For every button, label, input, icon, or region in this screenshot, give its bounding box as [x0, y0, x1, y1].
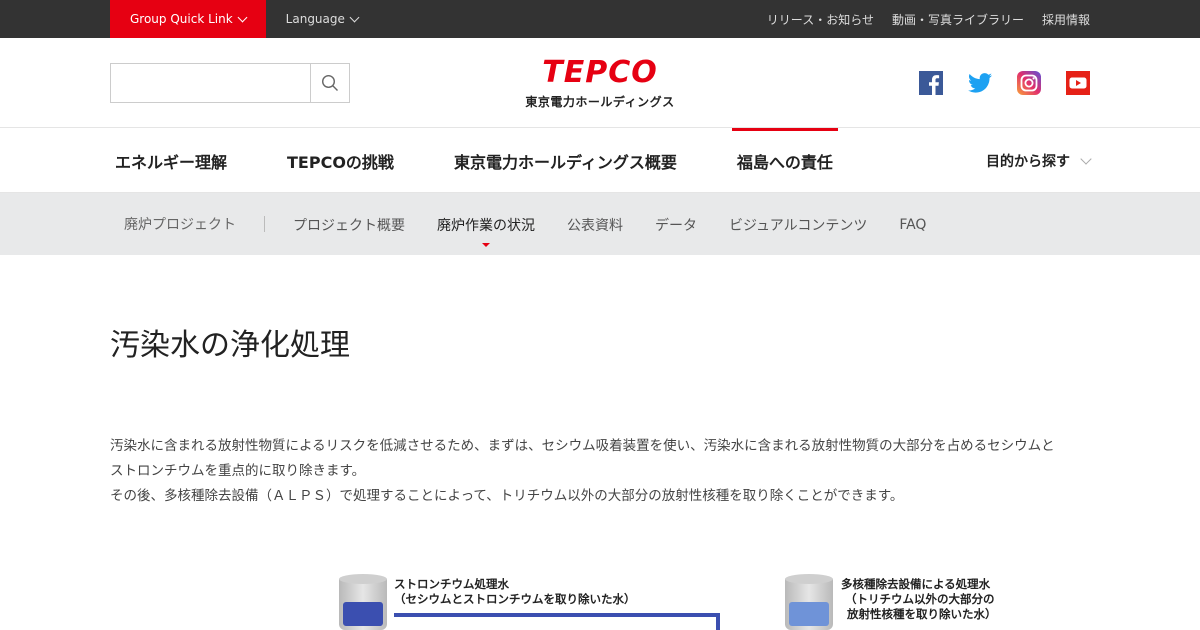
subnav-link-faq[interactable]: FAQ: [899, 217, 926, 233]
find-by-purpose-label: 目的から探す: [986, 153, 1070, 170]
subnav-divider: [264, 216, 265, 232]
logo-mark: TEPCO: [542, 55, 658, 90]
alps-treated-water-tank: [785, 574, 833, 630]
language-menu-button[interactable]: Language: [285, 12, 360, 26]
top-link-media-library[interactable]: 動画・写真ライブラリー: [892, 11, 1024, 28]
strontium-water-label: ストロンチウム処理水 （セシウムとストロンチウムを取り除いた水）: [394, 577, 636, 607]
top-link-recruit[interactable]: 採用情報: [1042, 11, 1090, 28]
search-box: [110, 63, 350, 103]
tank-water: [789, 602, 829, 626]
page-title: 汚染水の浄化処理: [110, 328, 350, 363]
label-line: 多核種除去設備による処理水: [841, 577, 991, 591]
search-icon: [321, 74, 338, 91]
purification-diagram: ストロンチウム処理水 （セシウムとストロンチウムを取り除いた水） 多核種除去設備…: [330, 568, 1030, 630]
site-header: TEPCO 東京電力ホールディングス: [0, 38, 1200, 128]
nav-item-tepco-challenge[interactable]: TEPCOの挑戦: [282, 128, 399, 193]
chevron-down-icon: [1080, 152, 1092, 165]
intro-line: その後、多核種除去設備（ＡＬＰＳ）で処理することによって、トリチウム以外の大部分…: [110, 488, 904, 504]
intro-line: 汚染水に含まれる放射性物質によるリスクを低減させるため、まずは、セシウム吸着装置…: [110, 438, 1055, 454]
group-quick-link-button[interactable]: Group Quick Link: [110, 0, 266, 38]
chevron-down-icon: [237, 12, 248, 22]
sub-navigation: 廃炉プロジェクト プロジェクト概要 廃炉作業の状況 公表資料 データ ビジュアル…: [0, 193, 1200, 255]
utility-bar: Group Quick Link Language リリース・お知らせ 動画・写…: [0, 0, 1200, 38]
label-line: ストロンチウム処理水: [394, 577, 509, 591]
tepco-logo[interactable]: TEPCO 東京電力ホールディングス: [522, 56, 678, 110]
youtube-icon[interactable]: [1066, 71, 1090, 95]
intro-line: ストロンチウムを重点的に取り除きます。: [110, 463, 366, 479]
top-link-releases[interactable]: リリース・お知らせ: [767, 11, 874, 28]
group-quick-link-label: Group Quick Link: [130, 12, 233, 26]
chevron-down-icon: [349, 12, 360, 22]
subnav-link-project-overview[interactable]: プロジェクト概要: [293, 215, 405, 235]
language-label: Language: [285, 12, 345, 26]
twitter-icon[interactable]: [968, 71, 992, 95]
subnav-section-title[interactable]: 廃炉プロジェクト: [124, 214, 236, 234]
main-navigation: エネルギー理解 TEPCOの挑戦 東京電力ホールディングス概要 福島への責任 目…: [0, 128, 1200, 193]
search-button[interactable]: [310, 64, 349, 102]
social-links: [919, 71, 1090, 95]
subnav-link-published-materials[interactable]: 公表資料: [567, 215, 623, 235]
label-line: 放射性核種を取り除いた水）: [847, 607, 997, 621]
strontium-treated-water-tank: [339, 574, 387, 630]
nav-item-energy[interactable]: エネルギー理解: [110, 128, 232, 193]
subnav-link-data[interactable]: データ: [655, 215, 697, 235]
tank-lid: [339, 574, 387, 584]
alps-water-label: 多核種除去設備による処理水 （トリチウム以外の大部分の 放射性核種を取り除いた水…: [841, 577, 997, 622]
intro-text: 汚染水に含まれる放射性物質によるリスクを低減させるため、まずは、セシウム吸着装置…: [110, 434, 1095, 509]
search-input[interactable]: [111, 64, 310, 102]
nav-item-company-overview[interactable]: 東京電力ホールディングス概要: [449, 128, 682, 193]
find-by-purpose-button[interactable]: 目的から探す: [986, 128, 1092, 193]
flow-pipe: [716, 613, 720, 630]
tank-lid: [785, 574, 833, 584]
subnav-link-visual-contents[interactable]: ビジュアルコンテンツ: [729, 215, 867, 235]
instagram-icon[interactable]: [1017, 71, 1041, 95]
flow-pipe: [394, 613, 720, 617]
label-line: （セシウムとストロンチウムを取り除いた水）: [394, 592, 636, 606]
nav-item-fukushima[interactable]: 福島への責任: [731, 128, 838, 193]
label-line: （トリチウム以外の大部分の: [845, 592, 995, 606]
facebook-icon[interactable]: [919, 71, 943, 95]
tank-water: [343, 602, 383, 626]
subnav-link-work-status[interactable]: 廃炉作業の状況: [437, 215, 535, 247]
logo-subtitle: 東京電力ホールディングス: [525, 95, 675, 109]
